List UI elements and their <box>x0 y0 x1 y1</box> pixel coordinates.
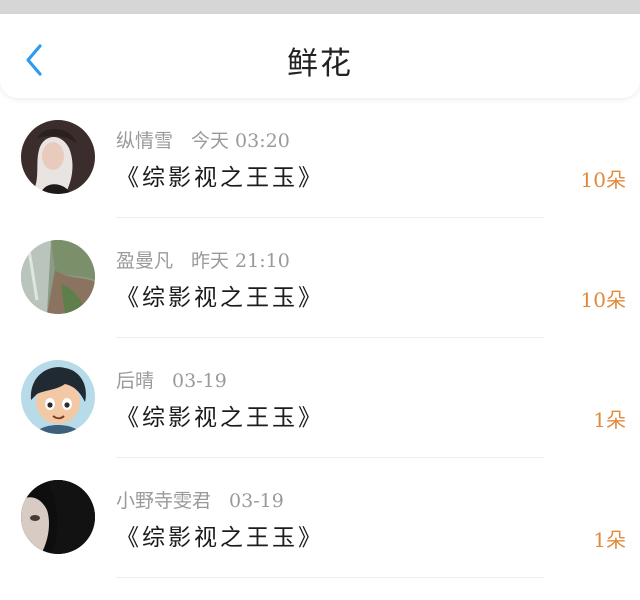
flower-count: 10朵 <box>580 288 626 312</box>
work-title[interactable]: 《综影视之王玉》 <box>116 518 324 552</box>
username[interactable]: 纵情雪 <box>116 130 173 152</box>
work-title[interactable]: 《综影视之王玉》 <box>116 398 324 432</box>
timestamp: 昨天 21:10 <box>191 250 290 272</box>
timestamp: 今天 03:20 <box>191 130 290 152</box>
list-item[interactable]: 纵情雪 今天 03:20 《综影视之王玉》 10朵 <box>0 98 640 218</box>
list-item[interactable]: 后晴 03-19 《综影视之王玉》 1朵 <box>0 338 640 458</box>
flower-count: 1朵 <box>593 408 626 432</box>
item-meta: 小野寺雯君 03-19 <box>116 486 284 513</box>
flower-count: 10朵 <box>580 168 626 192</box>
timestamp: 03-19 <box>172 370 227 392</box>
work-title[interactable]: 《综影视之王玉》 <box>116 278 324 312</box>
avatar[interactable] <box>21 360 95 434</box>
list-item[interactable]: 小野寺雯君 03-19 《综影视之王玉》 1朵 <box>0 458 640 578</box>
item-meta: 盈曼凡 昨天 21:10 <box>116 246 290 273</box>
avatar[interactable] <box>21 480 95 554</box>
item-meta: 后晴 03-19 <box>116 366 227 393</box>
flower-list: 纵情雪 今天 03:20 《综影视之王玉》 10朵 盈曼凡 昨天 21:10 《综影… <box>0 98 640 578</box>
avatar[interactable] <box>21 240 95 314</box>
username[interactable]: 后晴 <box>116 370 154 392</box>
avatar[interactable] <box>21 120 95 194</box>
flower-count: 1朵 <box>593 528 626 552</box>
status-bar <box>0 0 640 14</box>
item-meta: 纵情雪 今天 03:20 <box>116 126 290 153</box>
divider <box>116 577 544 578</box>
timestamp: 03-19 <box>229 490 284 512</box>
username[interactable]: 盈曼凡 <box>116 250 173 272</box>
top-bar: 鲜花 <box>0 14 640 98</box>
list-item[interactable]: 盈曼凡 昨天 21:10 《综影视之王玉》 10朵 <box>0 218 640 338</box>
username[interactable]: 小野寺雯君 <box>116 490 211 512</box>
work-title[interactable]: 《综影视之王玉》 <box>116 158 324 192</box>
page-title: 鲜花 <box>287 46 353 82</box>
